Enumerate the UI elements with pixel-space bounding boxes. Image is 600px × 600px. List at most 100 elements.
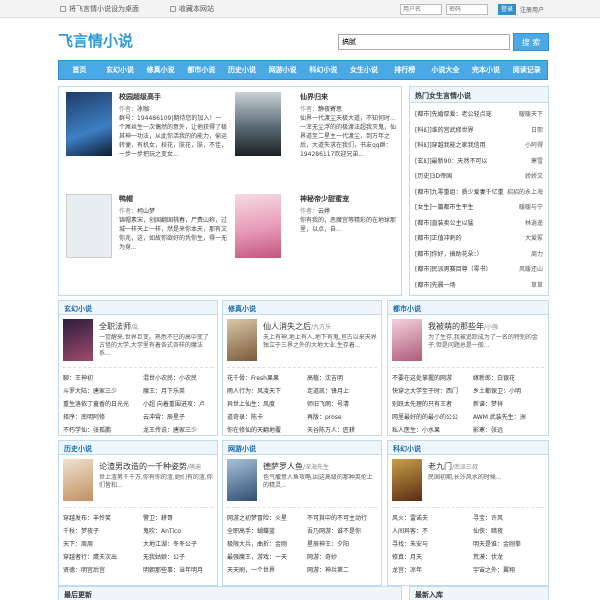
rank-item-title[interactable]: [都市]你好，搞助花朵：） (415, 249, 483, 258)
category-link[interactable]: 鬼吹：AnTico (143, 526, 217, 535)
category-link[interactable]: 网游之初梦冒险：火星 (227, 513, 301, 522)
book-cover[interactable] (235, 194, 281, 258)
category-link[interactable]: AWM 武装先生：洲 (473, 412, 548, 421)
category-link[interactable]: 警卫：耕哥 (143, 513, 217, 522)
rank-item[interactable]: [玄幻]最新90：天然不可以 寒雪 (415, 156, 543, 165)
book-cover[interactable] (235, 92, 281, 156)
nav-kehuan[interactable]: 科幻小说 (303, 65, 344, 75)
set-home-link[interactable]: 将飞言情小说设为桌面 (60, 4, 139, 14)
nav-finished[interactable]: 完本小说 (466, 65, 507, 75)
username-input[interactable] (400, 4, 442, 15)
book-title-text[interactable]: 我被萌的那些年 (428, 322, 484, 331)
rank-item-title[interactable]: [都市]民派男赛目尊（零书） (415, 264, 492, 273)
category-header[interactable]: 网游小说 (223, 441, 381, 455)
book-author[interactable]: /南派三叔 (452, 464, 478, 471)
category-link[interactable]: 星辰神王：夕阳 (307, 539, 381, 548)
rank-item[interactable]: [都市]九零重组：质少爱妻千亿重 招招的永上海 (415, 187, 543, 196)
category-link[interactable]: 不要在这处掌握的网游 (392, 373, 467, 382)
bookmark-link[interactable]: 收藏本网站 (170, 4, 214, 14)
category-link[interactable]: 魔王：月下乐英 (143, 386, 217, 395)
rank-item-author[interactable]: 小阿得 (525, 140, 543, 149)
category-link[interactable]: 影寒：张远 (473, 425, 548, 434)
nav-xiuzhen[interactable]: 修真小说 (140, 65, 181, 75)
category-link[interactable]: 明朝那些事：当年明月 (143, 565, 217, 574)
nav-dushi[interactable]: 都市小说 (181, 65, 222, 75)
rank-item-title[interactable]: [都市]九零重组：质少爱妻千亿重 (415, 187, 504, 196)
book-cover[interactable] (227, 319, 257, 361)
book-title[interactable]: 老九门/南派三叔 (428, 461, 478, 472)
category-link[interactable]: 极限大兵，曲折：金刚 (227, 539, 301, 548)
category-link[interactable]: 天下：周周 (63, 539, 137, 548)
category-link[interactable]: 小超 向着重围进攻：卢 (143, 399, 217, 408)
category-link[interactable]: 嫁新郎：白银花 (473, 373, 548, 382)
category-link[interactable]: 云冲霄：辰星子 (143, 412, 217, 421)
rank-item-author[interactable]: 招招的永上海 (507, 187, 543, 196)
password-input[interactable] (446, 4, 488, 15)
book-author[interactable]: /深海先生 (303, 464, 329, 471)
book-title[interactable]: 校园超级高手 (119, 92, 161, 102)
rank-item[interactable]: [都市]先婚厚爱：老公轻点宠 暖暖天下 (415, 109, 543, 118)
category-link[interactable]: 最强魔王，游戏：一天 (227, 552, 301, 561)
category-link[interactable]: 龙宫：凉年 (392, 565, 467, 574)
category-link[interactable]: 荒漠：伏龙 (473, 552, 548, 561)
category-link[interactable]: 花千骨：Fresh果果 (227, 373, 301, 382)
author-name[interactable]: 静夜寄思 (318, 106, 342, 113)
author-name[interactable]: 云婷 (318, 208, 330, 215)
rank-item-author[interactable]: 暖暖天下 (519, 109, 543, 118)
book-cover[interactable] (63, 319, 93, 361)
category-link[interactable]: 网游：奇妙 (307, 552, 381, 561)
category-link[interactable]: 明天是谁：金刚拳 (473, 539, 548, 548)
rank-item-author[interactable]: 日熙 (531, 125, 543, 134)
category-link[interactable]: 修真：月天 (392, 552, 467, 561)
book-title-text[interactable]: 仙人消失之后 (263, 322, 311, 331)
rank-item-author[interactable]: 娇娇文 (525, 171, 543, 180)
rank-item[interactable]: [都市]直装卖公主以猛 林逍遥 (415, 218, 543, 227)
nav-ranking[interactable]: 排行榜 (384, 65, 425, 75)
category-link[interactable]: 龙王传说：唐家三少 (143, 425, 217, 434)
book-title[interactable]: 德萨罗人鱼/深海先生 (263, 461, 329, 472)
rank-item[interactable]: [都市]先晨一场 草草 (415, 280, 543, 289)
rank-item-title[interactable]: [历史]3D帝国 (415, 171, 452, 180)
category-link[interactable]: 寻宝：许风 (473, 513, 548, 522)
book-cover[interactable] (63, 459, 93, 501)
rank-item[interactable]: [女生]一篇都市生平生 暖暖与宁 (415, 202, 543, 211)
rank-item-title[interactable]: [都市]先晨一场 (415, 280, 456, 289)
book-cover[interactable] (392, 459, 422, 501)
rank-item[interactable]: [都市]民派男赛目尊（零书） 风暖还山 (415, 264, 543, 273)
category-link[interactable]: 聊：王神初 (63, 373, 137, 382)
author-name[interactable]: 冰咖 (137, 106, 149, 113)
category-link[interactable]: 穿越发布：丰怜笑 (63, 513, 137, 522)
category-link[interactable]: 天天刷，一个世界 (227, 565, 301, 574)
nav-lishi[interactable]: 历史小说 (222, 65, 263, 75)
book-title[interactable]: 全职法师/乱 (99, 321, 139, 332)
category-link[interactable]: 择序：南明阿修 (63, 412, 137, 421)
category-link[interactable]: 大地江湖：冬冬公子 (143, 539, 217, 548)
nav-all[interactable]: 小说大全 (425, 65, 466, 75)
nav-wangyou[interactable]: 网游小说 (262, 65, 303, 75)
category-link[interactable]: 人间异客：不 (392, 526, 467, 535)
book-cover[interactable] (392, 319, 422, 361)
category-link[interactable]: 千秋：梦夜子 (63, 526, 137, 535)
rank-item-author[interactable]: 风暖还山 (519, 264, 543, 273)
category-link[interactable]: 快穿之大学至于时：西门 (392, 386, 467, 395)
book-cover[interactable] (227, 459, 257, 501)
category-link[interactable]: 道奇录：陈卡 (227, 412, 301, 421)
category-header[interactable]: 玄幻小说 (59, 301, 217, 315)
category-link[interactable]: 仙侠：暗夜 (473, 526, 548, 535)
category-link[interactable]: 走道凯：锋月上 (307, 386, 381, 395)
category-header[interactable]: 历史小说 (59, 441, 217, 455)
category-link[interactable]: 网游：神兵第二 (307, 565, 381, 574)
rank-item[interactable]: [都市]你好，搞助花朵：） 周力 (415, 249, 543, 258)
rank-item[interactable]: [科幻]谁的宫武修世界 日熙 (415, 125, 543, 134)
rank-item-title[interactable]: [都市]正值冲刺的 (415, 233, 462, 242)
rank-item-author[interactable]: 大爱冢 (525, 233, 543, 242)
book-title[interactable]: 我被萌的那些年/小强 (428, 321, 498, 332)
category-link[interactable]: 乡土都保卫：小明 (473, 386, 548, 395)
category-link[interactable]: 师旧飞雨：号清 (307, 399, 381, 408)
rank-item-author[interactable]: 草草 (531, 280, 543, 289)
category-link[interactable]: 风火：雷诺夫 (392, 513, 467, 522)
rank-item-author[interactable]: 林逍遥 (525, 218, 543, 227)
book-cover[interactable] (66, 92, 112, 156)
category-link[interactable]: 无我姑娘：公子 (143, 552, 217, 561)
category-link[interactable]: 你在修仙的天翻地覆 (227, 425, 301, 434)
